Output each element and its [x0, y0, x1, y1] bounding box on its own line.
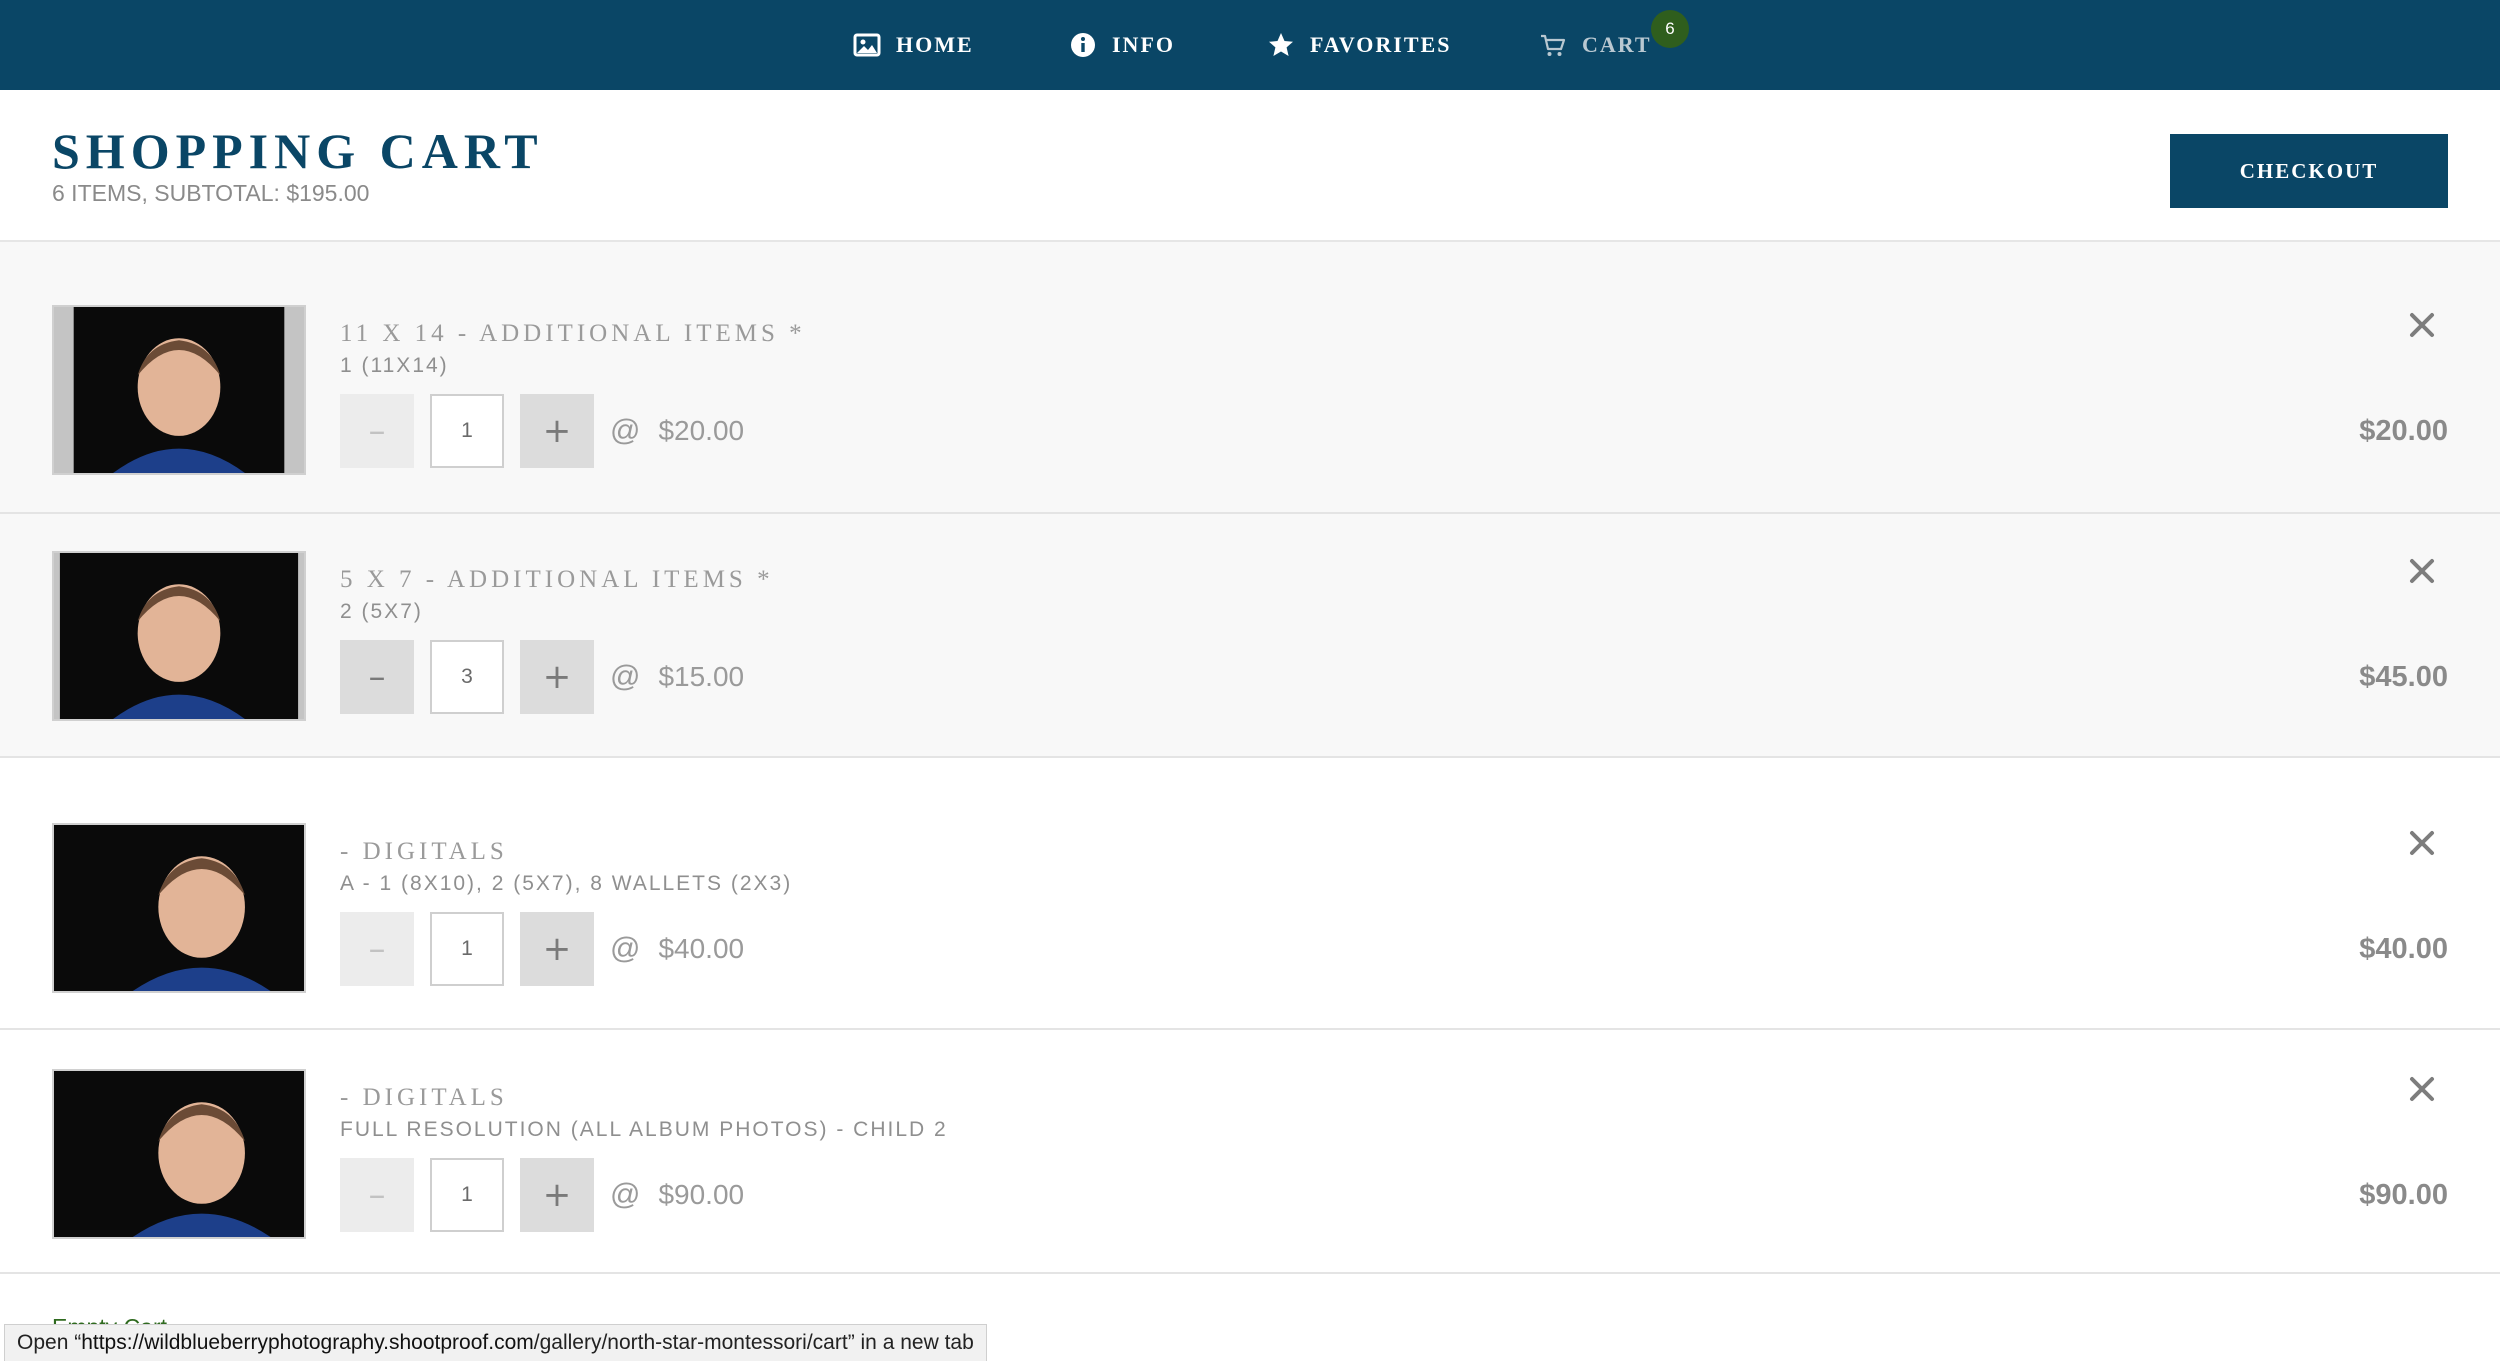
increase-quantity-button[interactable]: +	[520, 912, 594, 986]
line-total: $45.00	[2359, 660, 2448, 693]
cart-item: - DIGITALS FULL RESOLUTION (ALL ALBUM PH…	[0, 1030, 2500, 1274]
cart-icon	[1541, 34, 1566, 56]
info-icon	[1071, 33, 1095, 57]
unit-price: @ $15.00	[610, 640, 744, 714]
item-thumbnail[interactable]	[52, 551, 306, 721]
remove-item-button[interactable]	[2402, 1069, 2442, 1109]
cart-item: - DIGITALS A - 1 (8X10), 2 (5X7), 8 WALL…	[0, 758, 2500, 1030]
portrait-photo	[54, 1071, 304, 1237]
item-title: - DIGITALS	[340, 838, 508, 865]
unit-price-value: $90.00	[658, 1179, 745, 1210]
item-subtitle: 2 (5X7)	[340, 600, 423, 623]
nav-info-label: INFO	[1112, 32, 1175, 57]
cart-summary: 6 ITEMS, SUBTOTAL: $195.00	[52, 180, 370, 206]
unit-price: @ $90.00	[610, 1158, 744, 1232]
portrait-photo	[54, 553, 304, 719]
remove-item-button[interactable]	[2402, 305, 2442, 345]
increase-quantity-button[interactable]: +	[520, 1158, 594, 1232]
checkout-button[interactable]: CHECKOUT	[2170, 134, 2448, 208]
increase-quantity-button[interactable]: +	[520, 640, 594, 714]
quantity-input[interactable]	[430, 912, 504, 986]
item-thumbnail[interactable]	[52, 823, 306, 993]
close-icon	[2410, 559, 2434, 583]
item-thumbnail[interactable]	[52, 305, 306, 475]
quantity-input[interactable]	[430, 1158, 504, 1232]
nav-favorites-label: FAVORITES	[1310, 32, 1452, 57]
unit-price: @ $40.00	[610, 912, 744, 986]
nav-favorites[interactable]: FAVORITES	[1266, 0, 1451, 90]
remove-item-button[interactable]	[2402, 823, 2442, 863]
portrait-photo	[54, 825, 304, 991]
line-total: $40.00	[2359, 932, 2448, 965]
decrease-quantity-button[interactable]: –	[340, 640, 414, 714]
image-icon	[853, 33, 881, 57]
item-subtitle: A - 1 (8X10), 2 (5X7), 8 WALLETS (2X3)	[340, 872, 793, 895]
close-icon	[2410, 1077, 2434, 1101]
unit-price-value: $20.00	[658, 415, 745, 446]
browser-status-bar: Open “ https://wildblueberryphotography.…	[4, 1324, 987, 1361]
status-host: https://wildblueberryphotography.shootpr…	[81, 1331, 534, 1354]
item-subtitle: FULL RESOLUTION (ALL ALBUM PHOTOS) - CHI…	[340, 1118, 948, 1141]
nav-info[interactable]: INFO	[1068, 0, 1175, 90]
nav-home[interactable]: HOME	[852, 0, 974, 90]
close-icon	[2410, 831, 2434, 855]
at-symbol: @	[610, 414, 641, 447]
at-symbol: @	[610, 660, 641, 693]
increase-quantity-button[interactable]: +	[520, 394, 594, 468]
nav-cart[interactable]: CART	[1538, 0, 1652, 90]
page-title: SHOPPING CART	[52, 123, 544, 179]
item-title: 11 X 14 - ADDITIONAL ITEMS *	[340, 320, 806, 347]
remove-item-button[interactable]	[2402, 551, 2442, 591]
decrease-quantity-button[interactable]: –	[340, 1158, 414, 1232]
nav-cart-label: CART	[1582, 32, 1652, 57]
quantity-input[interactable]	[430, 640, 504, 714]
item-subtitle: 1 (11X14)	[340, 354, 449, 377]
nav-home-label: HOME	[896, 32, 974, 57]
item-title: 5 X 7 - ADDITIONAL ITEMS *	[340, 566, 774, 593]
close-icon	[2410, 313, 2434, 337]
line-total: $20.00	[2359, 414, 2448, 447]
cart-item: 5 X 7 - ADDITIONAL ITEMS * 2 (5X7) – + @…	[0, 514, 2500, 758]
unit-price-value: $15.00	[658, 661, 745, 692]
status-path: /gallery/north-star-montessori/cart	[533, 1331, 848, 1354]
unit-price-value: $40.00	[658, 933, 745, 964]
at-symbol: @	[610, 1178, 641, 1211]
status-prefix: Open “	[17, 1331, 82, 1354]
cart-count-badge: 6	[1651, 10, 1689, 48]
top-navigation: HOME INFO FAVORITES CART 6	[0, 0, 2500, 90]
at-symbol: @	[610, 932, 641, 965]
item-thumbnail[interactable]	[52, 1069, 306, 1239]
quantity-input[interactable]	[430, 394, 504, 468]
portrait-photo	[54, 307, 304, 473]
line-total: $90.00	[2359, 1178, 2448, 1211]
status-suffix: ” in a new tab	[847, 1331, 974, 1354]
star-icon	[1269, 33, 1293, 56]
decrease-quantity-button[interactable]: –	[340, 394, 414, 468]
item-title: - DIGITALS	[340, 1084, 508, 1111]
decrease-quantity-button[interactable]: –	[340, 912, 414, 986]
cart-item: 11 X 14 - ADDITIONAL ITEMS * 1 (11X14) –…	[0, 242, 2500, 514]
unit-price: @ $20.00	[610, 394, 744, 468]
